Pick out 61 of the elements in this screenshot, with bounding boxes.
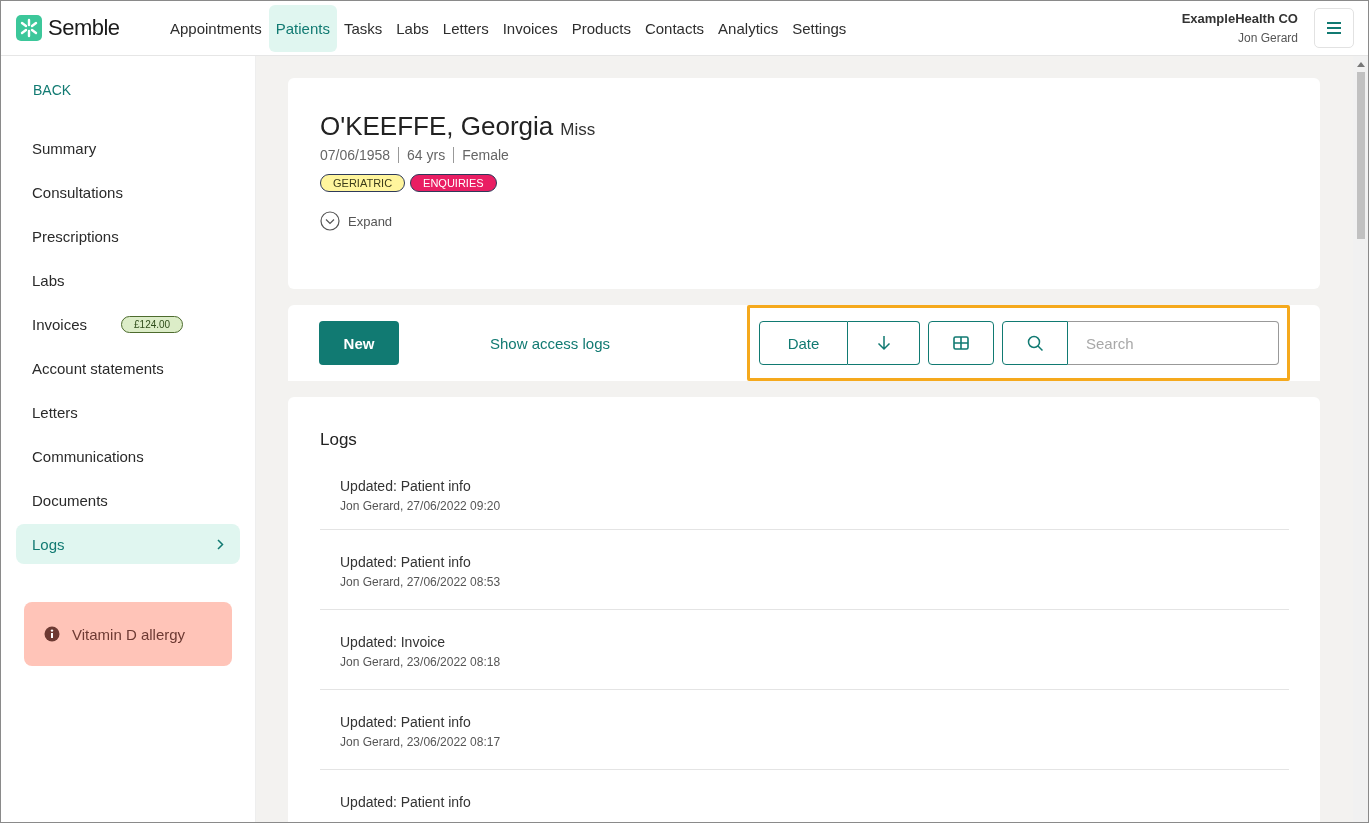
nav-tab[interactable]: Appointments [163, 4, 269, 52]
nav-tab[interactable]: Settings [785, 4, 854, 52]
sidebar-item[interactable]: Invoices £124.00 [16, 304, 240, 344]
log-title: Updated: Invoice [340, 634, 447, 650]
chevron-right-icon [217, 538, 224, 550]
sidebar-item[interactable]: Account statements [16, 348, 240, 388]
patient-tag: ENQUIRIES [410, 174, 497, 192]
log-meta: Jon Gerard, 23/06/2022 08:18 [340, 655, 502, 669]
logs-heading: Logs [320, 430, 358, 450]
scrollbar[interactable] [1353, 56, 1368, 822]
menu-icon [1327, 22, 1341, 34]
back-link[interactable]: BACK [33, 82, 72, 98]
patient-age: 64 yrs [407, 147, 446, 163]
nav-tab[interactable]: Patients [268, 4, 337, 52]
logo-text: Semble [48, 15, 120, 41]
sidebar-item[interactable]: Consultations [16, 172, 240, 212]
expand-button[interactable]: Expand [320, 211, 393, 231]
sort-field-button[interactable]: Date [759, 321, 848, 365]
log-title: Updated: Patient info [340, 714, 472, 730]
nav-tab[interactable]: Contacts [637, 4, 712, 52]
sidebar-item[interactable]: Prescriptions [16, 216, 240, 256]
menu-button[interactable] [1314, 8, 1354, 48]
log-title: Updated: Patient info [340, 478, 472, 494]
date-of-birth: 07/06/1958 [320, 147, 391, 163]
grid-icon [953, 336, 969, 350]
nav-tab[interactable]: Tasks [336, 4, 390, 52]
patient-sex: Female [462, 147, 509, 163]
nav-tab[interactable]: Products [564, 4, 638, 52]
scroll-thumb[interactable] [1356, 72, 1365, 239]
alert-text: Vitamin D allergy [72, 625, 186, 643]
log-meta: Jon Gerard, 27/06/2022 09:20 [340, 499, 502, 513]
nav-tab[interactable]: Labs [389, 4, 436, 52]
sidebar-item[interactable]: Documents [16, 480, 240, 520]
sidebar-item[interactable]: Labs [16, 260, 240, 300]
nav-tab[interactable]: Analytics [711, 4, 786, 52]
search-icon [1026, 334, 1044, 352]
user-name: Jon Gerard [1237, 31, 1298, 45]
info-icon [44, 626, 60, 642]
log-title: Updated: Patient info [340, 794, 472, 810]
arrow-down-icon [876, 335, 891, 351]
patient-title: Miss [560, 120, 596, 140]
scroll-up-icon [1356, 62, 1365, 67]
logo-icon [16, 15, 42, 41]
chevron-down-circle-icon [320, 211, 340, 231]
organisation-name: ExampleHealth CO [1181, 11, 1298, 26]
patient-name: O'KEEFFE, Georgia [320, 111, 554, 142]
nav-tab[interactable]: Letters [435, 4, 496, 52]
log-meta: Jon Gerard, 23/06/2022 08:17 [340, 735, 502, 749]
new-button[interactable]: New [319, 321, 399, 365]
sidebar-item[interactable]: Communications [16, 436, 240, 476]
grid-view-button[interactable] [928, 321, 994, 365]
nav-tab[interactable]: Invoices [495, 4, 565, 52]
sidebar-item[interactable]: Letters [16, 392, 240, 432]
balance-badge: £124.00 [121, 315, 184, 333]
sidebar-item[interactable]: Summary [16, 128, 240, 168]
access-logs-link[interactable]: Show access logs [490, 334, 611, 352]
log-title: Updated: Patient info [340, 554, 472, 570]
sidebar-item[interactable]: Logs [16, 524, 240, 564]
sort-direction-button[interactable] [848, 321, 920, 365]
log-meta: Jon Gerard, 27/06/2022 08:53 [340, 575, 502, 589]
patient-tag: GERIATRIC [320, 174, 406, 192]
